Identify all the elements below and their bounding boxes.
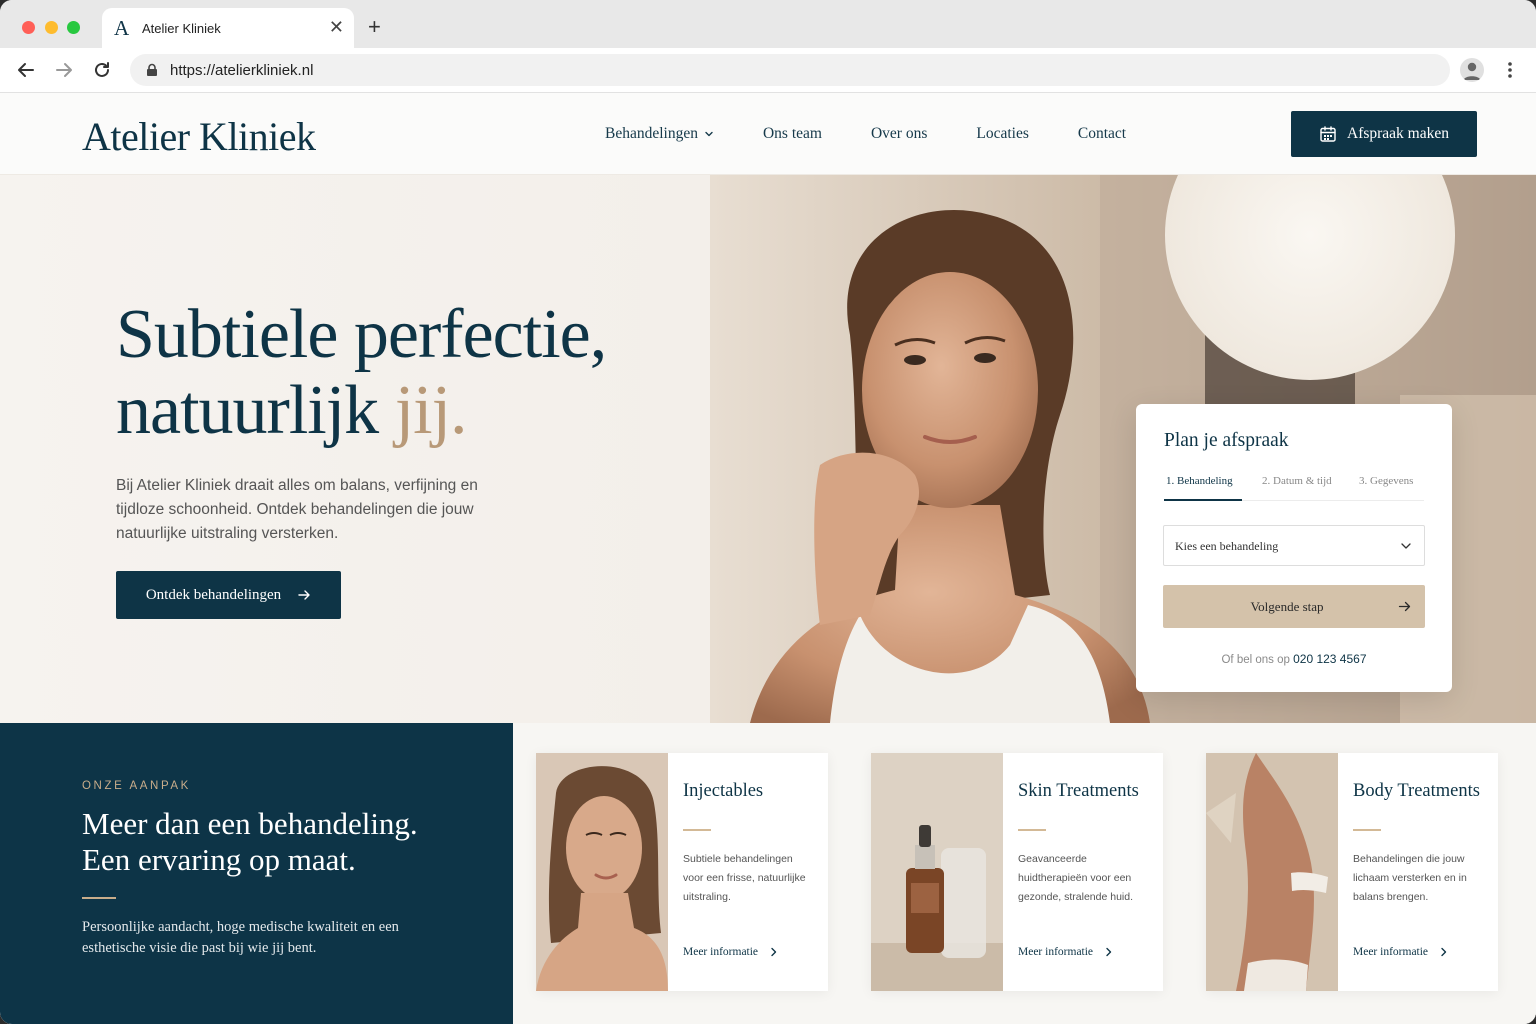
treatments-cards: Injectables Subtiele behandelingen voor … — [513, 723, 1536, 1024]
booking-steps: 1. Behandeling 2. Datum & tijd 3. Gegeve… — [1164, 475, 1424, 501]
close-window-button[interactable] — [22, 21, 35, 34]
card-description: Geavanceerde huidtherapieën voor een gez… — [1018, 853, 1134, 903]
booking-title: Plan je afspraak — [1164, 430, 1289, 451]
book-appointment-button[interactable]: Afspraak maken — [1291, 111, 1477, 157]
chevron-down-icon — [705, 131, 713, 137]
step-datum-tijd[interactable]: 2. Datum & tijd — [1262, 475, 1332, 487]
calendar-icon — [1320, 126, 1336, 142]
treatment-card-body[interactable]: Body Treatments Behandelingen die jouw l… — [1206, 753, 1498, 991]
approach-heading-line1: Meer dan een behandeling. — [82, 806, 418, 841]
back-icon[interactable] — [15, 59, 37, 81]
next-step-label: Volgende stap — [1250, 599, 1324, 614]
browser-tab[interactable]: A Atelier Kliniek ✕ — [102, 8, 354, 48]
hero-heading-line2: natuurlijk jij. — [116, 373, 606, 449]
nav-item-contact[interactable]: Contact — [1078, 125, 1126, 143]
site-logo[interactable]: Atelier Kliniek — [82, 113, 316, 160]
kebab-menu-icon[interactable] — [1500, 60, 1520, 80]
card-title: Injectables — [683, 781, 764, 801]
maximize-window-button[interactable] — [67, 21, 80, 34]
call-prefix: Of bel ons op — [1221, 654, 1290, 666]
treatment-select[interactable]: Kies een behandeling — [1163, 525, 1425, 566]
browser-toolbar: https://atelierkliniek.nl — [0, 48, 1536, 93]
hero-description: Bij Atelier Kliniek draait alles om bala… — [116, 477, 478, 542]
next-step-button[interactable]: Volgende stap — [1163, 585, 1425, 628]
card-description: Subtiele behandelingen voor een frisse, … — [683, 853, 806, 903]
hero-heading: Subtiele perfectie, natuurlijk jij. — [116, 296, 607, 449]
divider — [683, 829, 711, 831]
nav-item-over-ons[interactable]: Over ons — [871, 125, 927, 143]
site-header: Atelier Kliniek Behandelingen Ons team O… — [0, 93, 1536, 175]
main-navigation: Behandelingen Ons team Over ons Locaties… — [605, 125, 1175, 143]
nav-item-label: Contact — [1077, 125, 1127, 142]
hero-section: Subtiele perfectie, natuurlijk jij. Bij … — [0, 175, 1536, 723]
more-info-link[interactable]: Meer informatie — [1018, 946, 1113, 958]
nav-item-label: Ons team — [762, 125, 822, 142]
card-description: Behandelingen die jouw lichaam versterke… — [1353, 853, 1467, 903]
approach-heading-line2: Een ervaring op maat. — [82, 842, 356, 877]
chevron-right-icon — [1441, 947, 1447, 957]
step-gegevens[interactable]: 3. Gegevens — [1359, 475, 1413, 487]
body-treatments-image — [1206, 753, 1338, 991]
browser-window: A Atelier Kliniek ✕ + https://atelierkli… — [0, 0, 1536, 1024]
active-step-indicator — [1164, 499, 1242, 501]
chevron-right-icon — [771, 947, 777, 957]
divider — [1353, 829, 1381, 831]
address-bar[interactable]: https://atelierkliniek.nl — [130, 54, 1450, 86]
nav-item-label: Over ons — [870, 125, 928, 142]
more-info-label: Meer informatie — [1018, 946, 1094, 958]
book-appointment-label: Afspraak maken — [1347, 125, 1449, 142]
injectables-image — [536, 753, 668, 991]
card-title: Body Treatments — [1353, 781, 1480, 801]
divider — [82, 897, 116, 899]
nav-item-behandelingen[interactable]: Behandelingen — [605, 125, 714, 143]
more-info-link[interactable]: Meer informatie — [1353, 946, 1448, 958]
nav-item-locaties[interactable]: Locaties — [976, 125, 1029, 143]
new-tab-icon[interactable]: + — [368, 14, 381, 40]
phone-link[interactable]: 020 123 4567 — [1293, 652, 1366, 666]
chevron-right-icon — [1106, 947, 1112, 957]
more-info-label: Meer informatie — [683, 946, 759, 958]
reload-icon[interactable] — [91, 59, 113, 81]
web-page: Atelier Kliniek Behandelingen Ons team O… — [0, 93, 1536, 1024]
forward-icon[interactable] — [53, 59, 75, 81]
nav-item-label: Locaties — [976, 125, 1029, 142]
hero-heading-main: natuurlijk — [116, 372, 395, 449]
call-line: Of bel ons op 020 123 4567 — [1136, 652, 1452, 666]
favicon-icon: A — [114, 16, 130, 40]
minimize-window-button[interactable] — [45, 21, 58, 34]
hero-heading-accent: jij. — [394, 372, 468, 449]
approach-text: Persoonlijke aandacht, hoge medische kwa… — [82, 919, 399, 956]
treatment-card-skin[interactable]: Skin Treatments Geavanceerde huidtherapi… — [871, 753, 1163, 991]
chevron-down-icon — [1401, 543, 1411, 549]
divider — [1018, 829, 1046, 831]
arrow-right-icon — [298, 590, 310, 600]
hero-heading-line1: Subtiele perfectie, — [116, 296, 607, 373]
skin-treatments-image — [871, 753, 1003, 991]
more-info-label: Meer informatie — [1353, 946, 1429, 958]
approach-heading: Meer dan een behandeling. Een ervaring o… — [82, 806, 418, 878]
more-info-link[interactable]: Meer informatie — [683, 946, 778, 958]
discover-treatments-button[interactable]: Ontdek behandelingen — [116, 571, 341, 619]
discover-treatments-label: Ontdek behandelingen — [145, 586, 282, 603]
arrow-right-icon — [1398, 601, 1411, 612]
treatment-select-value: Kies een behandeling — [1175, 539, 1279, 553]
step-behandeling[interactable]: 1. Behandeling — [1166, 475, 1233, 487]
nav-item-ons-team[interactable]: Ons team — [763, 125, 822, 143]
lock-icon — [147, 63, 157, 76]
approach-eyebrow: ONZE AANPAK — [82, 780, 191, 792]
profile-icon[interactable] — [1460, 58, 1484, 82]
tab-strip: A Atelier Kliniek ✕ + — [0, 0, 1536, 48]
url-text: https://atelierkliniek.nl — [170, 62, 314, 79]
tab-title: Atelier Kliniek — [142, 21, 221, 36]
treatment-card-injectables[interactable]: Injectables Subtiele behandelingen voor … — [536, 753, 828, 991]
booking-widget: Plan je afspraak 1. Behandeling 2. Datum… — [1136, 404, 1452, 692]
close-icon[interactable]: ✕ — [329, 17, 344, 37]
approach-section: ONZE AANPAK Meer dan een behandeling. Ee… — [0, 723, 513, 1024]
card-title: Skin Treatments — [1018, 781, 1139, 801]
nav-item-label: Behandelingen — [605, 125, 698, 142]
